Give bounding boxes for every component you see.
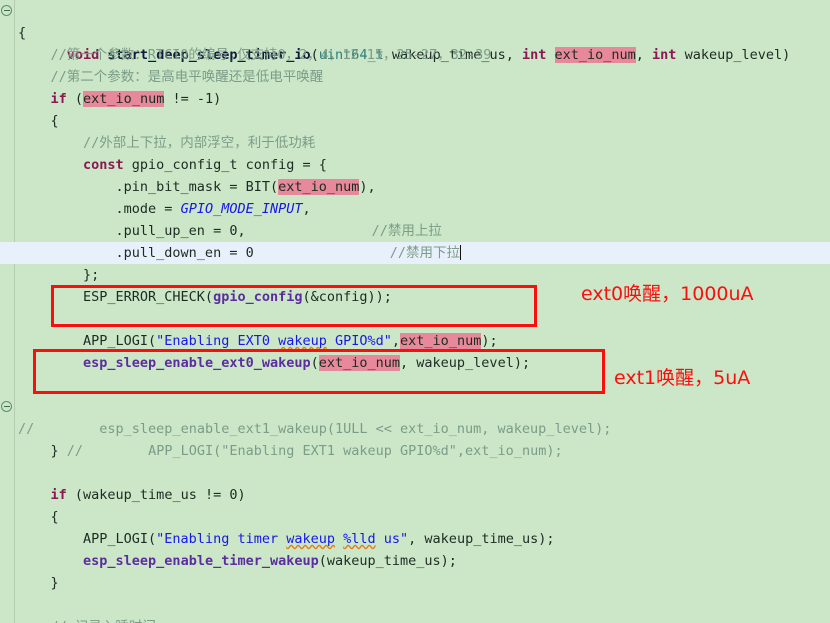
paren-open: (	[310, 355, 319, 371]
comment-disable-pullup: //禁用上拉	[371, 223, 442, 239]
code-line-8[interactable]: const gpio_config_t config = {	[0, 154, 830, 176]
paren: (	[66, 91, 84, 107]
args: (&config));	[302, 289, 392, 305]
string-part-a: "Enabling EXT0	[156, 333, 279, 349]
brace-open: {	[18, 509, 59, 525]
brace-close: }	[18, 443, 59, 459]
highlight-ext-io-num: ext_io_num	[400, 333, 482, 349]
code-line-11[interactable]: .pull_up_en = 0, //禁用上拉	[0, 220, 830, 242]
annotation-label-ext1: ext1唤醒，5uA	[614, 367, 751, 389]
call-gpio-config: gpio_config	[213, 289, 303, 305]
code-line-28-blank[interactable]	[0, 594, 830, 616]
comment-param1: //第一个参数：RTCIO的编号,仅支持0，2，4，12-15，25-27，32…	[18, 47, 492, 63]
comma: ,	[302, 201, 311, 217]
keyword-const: const	[83, 157, 124, 173]
comment-pullup: //外部上下拉，内部浮空，利于低功耗	[18, 135, 316, 151]
code-editor[interactable]: void start_deep_sleep_timer_io(uint64_t …	[0, 0, 830, 623]
call-esp-sleep-enable-ext0-wakeup: esp_sleep_enable_ext0_wakeup	[83, 355, 311, 371]
field-pin-bit-mask: .pin_bit_mask = BIT(	[18, 179, 279, 195]
code-line-21[interactable]: }	[0, 440, 830, 462]
string-misspelled-wakeup: wakeup	[286, 531, 335, 547]
esp-error-check: ESP_ERROR_CHECK(	[18, 289, 214, 305]
comment-marker: //	[18, 421, 35, 437]
comment-param2: //第二个参数：是高电平唤醒还是低电平唤醒	[18, 69, 324, 85]
annotation-label-ext0: ext0唤醒，1000uA	[581, 283, 754, 305]
highlight-ext-io-num: ext_io_num	[318, 355, 401, 371]
code-line-24[interactable]: {	[0, 506, 830, 528]
comment-record-sleep-time: // 记录入睡时间	[18, 619, 156, 623]
string-space	[335, 531, 343, 547]
code-line-22-blank[interactable]	[0, 462, 830, 484]
condition-rest: != -1)	[164, 91, 222, 107]
field-mode: .mode =	[18, 201, 181, 217]
code-line-10[interactable]: .mode = GPIO_MODE_INPUT,	[0, 198, 830, 220]
brace-open: {	[18, 113, 59, 129]
code-line-1[interactable]: void start_deep_sleep_timer_io(uint64_t …	[0, 0, 830, 63]
condition-wakeup-time: (wakeup_time_us != 0)	[66, 487, 246, 503]
paren-close: ),	[359, 179, 376, 195]
field-pull-down-en: .pull_down_en = 0	[18, 245, 254, 261]
string-part-b: GPIO%d"	[326, 333, 392, 349]
code-line-27[interactable]: }	[0, 572, 830, 594]
string-part-b: us"	[375, 531, 409, 547]
statement-end: );	[481, 333, 498, 349]
string-misspelled-lld: %lld	[343, 531, 376, 547]
code-line-12-current[interactable]: .pull_down_en = 0 //禁用下拉	[0, 242, 830, 264]
args: (wakeup_time_us);	[318, 553, 457, 569]
code-line-7[interactable]: //外部上下拉，内部浮空，利于低功耗	[0, 132, 830, 154]
decl-config: gpio_config_t config = {	[123, 157, 327, 173]
code-line-4[interactable]: //第二个参数：是高电平唤醒还是低电平唤醒	[0, 66, 830, 88]
code-line-6[interactable]: {	[0, 110, 830, 132]
code-line-2[interactable]: {	[0, 22, 830, 44]
code-line-5[interactable]: if (ext_io_num != -1)	[0, 88, 830, 110]
fold-marker-icon[interactable]	[1, 401, 12, 412]
field-pull-up-en: .pull_up_en = 0,	[18, 223, 246, 239]
keyword-if: if	[50, 487, 67, 503]
string-misspelled-wakeup: wakeup	[278, 333, 327, 349]
code-line-15-blank[interactable]	[0, 308, 830, 330]
code-line-29[interactable]: // 记录入睡时间	[0, 616, 830, 623]
code-line-25[interactable]: APP_LOGI("Enabling timer wakeup %lld us"…	[0, 528, 830, 550]
app-logi-call: APP_LOGI(	[18, 333, 157, 349]
highlight-ext-io-num: ext_io_num	[83, 91, 165, 107]
brace-close: }	[18, 575, 59, 591]
app-logi-call: APP_LOGI(	[18, 531, 157, 547]
commented-esp-sleep-enable-ext1: esp_sleep_enable_ext1_wakeup(1ULL << ext…	[34, 421, 612, 437]
highlight-ext-io-num: ext_io_num	[278, 179, 360, 195]
fold-marker-icon[interactable]	[1, 5, 12, 16]
macro-gpio-mode-input: GPIO_MODE_INPUT	[180, 201, 303, 217]
comma: ,	[391, 333, 401, 349]
code-line-20[interactable]: // esp_sleep_enable_ext1_wakeup(1ULL << …	[0, 418, 830, 440]
struct-close: };	[18, 267, 100, 283]
call-esp-sleep-enable-timer-wakeup: esp_sleep_enable_timer_wakeup	[83, 553, 319, 569]
args-rest: , wakeup_time_us);	[408, 531, 555, 547]
comment-disable-pulldown: //禁用下拉	[389, 245, 460, 261]
brace-open: {	[18, 25, 27, 41]
text-caret	[459, 245, 461, 260]
code-line-3[interactable]: //第一个参数：RTCIO的编号,仅支持0，2，4，12-15，25-27，32…	[0, 44, 830, 66]
args-rest: , wakeup_level);	[400, 355, 531, 371]
string-part-a: "Enabling timer	[156, 531, 287, 547]
code-line-9[interactable]: .pin_bit_mask = BIT(ext_io_num),	[0, 176, 830, 198]
code-lines[interactable]: void start_deep_sleep_timer_io(uint64_t …	[0, 0, 830, 623]
code-line-23[interactable]: if (wakeup_time_us != 0)	[0, 484, 830, 506]
code-line-26[interactable]: esp_sleep_enable_timer_wakeup(wakeup_tim…	[0, 550, 830, 572]
code-line-19[interactable]: // APP_LOGI("Enabling EXT1 wakeup GPIO%d…	[0, 396, 830, 459]
code-line-16[interactable]: APP_LOGI("Enabling EXT0 wakeup GPIO%d",e…	[0, 330, 830, 352]
keyword-if: if	[50, 91, 67, 107]
